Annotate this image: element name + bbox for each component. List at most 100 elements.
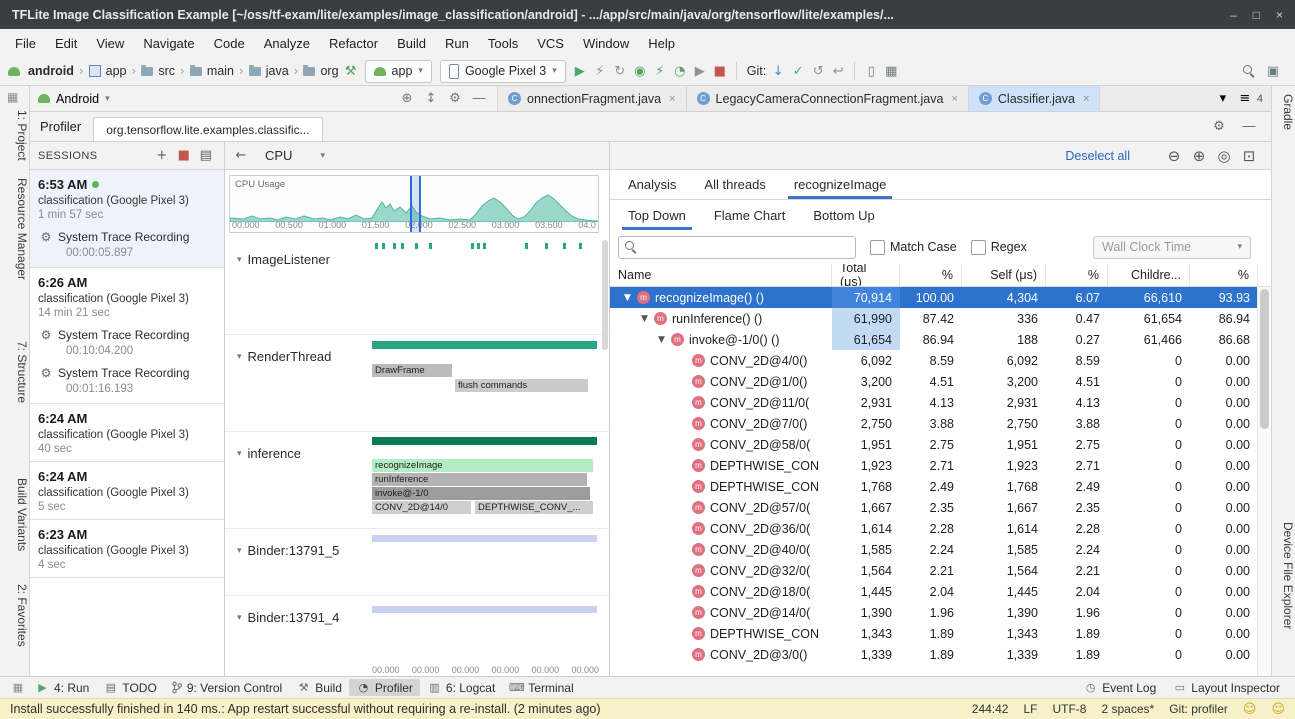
trace-event-flush-commands[interactable]: flush commands: [455, 379, 588, 392]
tool-stripe-gradle[interactable]: Gradle: [1272, 94, 1295, 130]
minimize-button[interactable]: –: [1230, 8, 1237, 22]
locate-file-icon[interactable]: ⊕: [397, 89, 417, 109]
session-entry[interactable]: 6:24 AMclassification (Google Pixel 3)40…: [30, 404, 224, 462]
breadcrumb-src[interactable]: src: [139, 64, 177, 78]
gear-icon[interactable]: ⚙: [1209, 117, 1229, 137]
thread-name[interactable]: ▾RenderThread: [237, 349, 331, 364]
settings-icon[interactable]: ⚙: [445, 89, 465, 109]
menu-edit[interactable]: Edit: [46, 33, 86, 54]
line-separator[interactable]: LF: [1023, 702, 1037, 716]
thread-row-renderthread[interactable]: ▾RenderThread DrawFrameflush commands: [225, 335, 609, 432]
trace-event-conv-2d-14-0[interactable]: CONV_2D@14/0: [372, 501, 471, 514]
reset-zoom-icon[interactable]: ◎: [1214, 146, 1234, 166]
table-row[interactable]: mCONV_2D@58/0(1,9512.751,9512.7500.00: [610, 434, 1258, 455]
status-item-terminal[interactable]: ⌨Terminal: [502, 679, 580, 696]
indent-style[interactable]: 2 spaces*: [1101, 702, 1154, 716]
search-input[interactable]: [643, 239, 849, 255]
menu-view[interactable]: View: [87, 33, 133, 54]
expand-arrow-icon[interactable]: ▼: [641, 314, 654, 324]
trace-recording[interactable]: ⚙System Trace Recording: [38, 365, 216, 381]
breadcrumb-main[interactable]: main: [188, 64, 236, 78]
apply-code-changes-icon[interactable]: ⚡: [650, 61, 670, 81]
menu-tools[interactable]: Tools: [479, 33, 527, 54]
expand-collapse-icon[interactable]: ↕: [421, 89, 441, 109]
session-entry[interactable]: 6:23 AMclassification (Google Pixel 3)4 …: [30, 520, 224, 578]
minimize-tool-window-icon[interactable]: ―: [1239, 117, 1259, 137]
toolwindow-stripe-icon[interactable]: ▦: [7, 90, 18, 104]
regex-checkbox[interactable]: Regex: [971, 240, 1027, 255]
breadcrumb-java[interactable]: java: [247, 64, 291, 78]
thread-name[interactable]: ▾inference: [237, 446, 301, 461]
debug-icon[interactable]: ◉: [630, 61, 650, 81]
table-row[interactable]: mCONV_2D@3/0()1,3391.891,3391.8900.00: [610, 644, 1258, 665]
sync-icon[interactable]: ↻: [610, 61, 630, 81]
tool-stripe-build-variants[interactable]: Build Variants: [0, 478, 29, 551]
device-select[interactable]: Google Pixel 3 ▾: [440, 60, 566, 83]
table-scrollbar[interactable]: [1257, 287, 1271, 676]
timeline-scrollbar[interactable]: [602, 240, 608, 350]
search-box[interactable]: [618, 236, 856, 259]
cpu-usage-chart[interactable]: CPU Usage 00.00000.50001.00001.50002.000…: [229, 175, 599, 233]
expand-arrow-icon[interactable]: ▼: [658, 335, 671, 345]
stop-session-icon[interactable]: ■: [174, 146, 194, 166]
column-header-name[interactable]: Name: [610, 264, 832, 286]
maximize-button[interactable]: □: [1253, 8, 1260, 22]
thread-name[interactable]: ▾ImageListener: [237, 252, 330, 267]
menu-navigate[interactable]: Navigate: [134, 33, 203, 54]
vcs-update-icon[interactable]: ↓: [768, 61, 788, 81]
table-row[interactable]: mCONV_2D@14/0(1,3901.961,3901.9600.00: [610, 602, 1258, 623]
attach-debugger-icon[interactable]: ▶: [690, 61, 710, 81]
column-header-[interactable]: %: [1046, 264, 1108, 286]
trace-event-drawframe[interactable]: DrawFrame: [372, 364, 452, 377]
table-row[interactable]: mCONV_2D@32/0(1,5642.211,5642.2100.00: [610, 560, 1258, 581]
subtab-top-down[interactable]: Top Down: [614, 200, 700, 230]
vcs-history-icon[interactable]: ↺: [808, 61, 828, 81]
subtab-flame-chart[interactable]: Flame Chart: [700, 200, 800, 230]
layout-inspector-toolbar-icon[interactable]: ▦: [881, 61, 901, 81]
toolwindow-toggle-icon[interactable]: ▦: [8, 678, 28, 698]
expand-arrow-icon[interactable]: ▼: [624, 293, 637, 303]
menu-vcs[interactable]: VCS: [528, 33, 573, 54]
thread-row-inference[interactable]: ▾inferencerecognizeImagerunInferenceinvo…: [225, 432, 609, 529]
session-entry[interactable]: 6:53 AMclassification (Google Pixel 3)1 …: [30, 170, 224, 268]
vcs-commit-icon[interactable]: ✓: [788, 61, 808, 81]
trace-recording[interactable]: ⚙System Trace Recording: [38, 327, 216, 343]
menu-refactor[interactable]: Refactor: [320, 33, 387, 54]
menu-build[interactable]: Build: [388, 33, 435, 54]
trace-recording[interactable]: ⚙System Trace Recording: [38, 229, 216, 245]
column-header-self-s[interactable]: Self (μs): [962, 264, 1046, 286]
breadcrumb-app[interactable]: app: [87, 64, 129, 78]
status-item-6-logcat[interactable]: ▥6: Logcat: [420, 679, 502, 696]
session-entry[interactable]: 6:24 AMclassification (Google Pixel 3)5 …: [30, 462, 224, 520]
session-entry[interactable]: 6:26 AMclassification (Google Pixel 3)14…: [30, 268, 224, 404]
tool-stripe-device-file-explorer[interactable]: Device File Explorer: [1272, 522, 1295, 629]
menu-file[interactable]: File: [6, 33, 45, 54]
column-header-total-s[interactable]: Total (μs): [832, 264, 900, 286]
menu-analyze[interactable]: Analyze: [255, 33, 319, 54]
breadcrumb-android[interactable]: android: [26, 64, 76, 78]
table-row[interactable]: mCONV_2D@57/0(1,6672.351,6672.3500.00: [610, 497, 1258, 518]
trace-event-depthwise-conv[interactable]: DEPTHWISE_CONV_...: [475, 501, 593, 514]
build-icon[interactable]: ⚒: [341, 61, 361, 81]
close-tab-icon[interactable]: ×: [951, 93, 957, 105]
table-row[interactable]: mCONV_2D@18/0(1,4452.041,4452.0400.00: [610, 581, 1258, 602]
collapse-arrow-icon[interactable]: ▾: [237, 255, 242, 265]
thread-activity-bar[interactable]: [372, 535, 597, 542]
status-item-9-version-control[interactable]: 9: Version Control: [164, 679, 289, 696]
stop-icon[interactable]: ■: [710, 61, 730, 81]
table-row[interactable]: ▼mrecognizeImage() ()70,914100.004,3046.…: [610, 287, 1258, 308]
tab-all-threads[interactable]: All threads: [690, 170, 779, 199]
table-row[interactable]: mDEPTHWISE_CON1,7682.491,7682.4900.00: [610, 476, 1258, 497]
tab-recognizeimage[interactable]: recognizeImage: [780, 170, 901, 199]
thread-name[interactable]: ▾Binder:13791_4: [237, 610, 339, 625]
run-config-select[interactable]: app ▾: [365, 60, 432, 83]
close-tab-icon[interactable]: ×: [669, 93, 675, 105]
table-row[interactable]: mCONV_2D@11/0(2,9314.132,9314.1300.00: [610, 392, 1258, 413]
editor-tab-classifier-java[interactable]: CClassifier.java×: [969, 86, 1101, 111]
collapse-arrow-icon[interactable]: ▾: [237, 546, 242, 556]
git-branch-widget[interactable]: Git: profiler: [1169, 702, 1228, 716]
thread-activity-bar[interactable]: [372, 341, 597, 349]
vcs-rollback-icon[interactable]: ↩: [828, 61, 848, 81]
session-pane-icon[interactable]: ▤: [196, 146, 216, 166]
status-item-build[interactable]: ⚒Build: [289, 679, 349, 696]
